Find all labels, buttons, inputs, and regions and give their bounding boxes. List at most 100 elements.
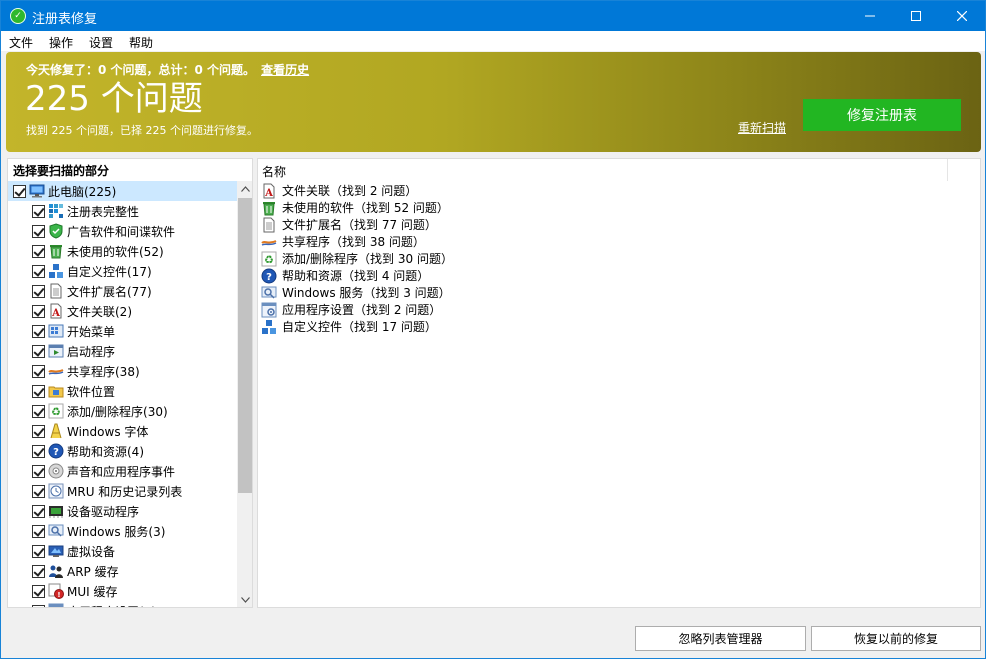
result-row-6[interactable]: Windows 服务（找到 3 问题） — [261, 284, 451, 301]
tree-item-10[interactable]: 软件位置 — [8, 381, 238, 401]
tree-item-19[interactable]: ARP 缓存 — [8, 561, 238, 581]
tree-item-4[interactable]: 自定义控件(17) — [8, 261, 238, 281]
tree-item-9[interactable]: 共享程序(38) — [8, 361, 238, 381]
tree-item-checkbox[interactable] — [32, 444, 45, 458]
tree-item-18[interactable]: 虚拟设备 — [8, 541, 238, 561]
tree-item-checkbox[interactable] — [32, 564, 45, 578]
tree-item-label: MRU 和历史记录列表 — [67, 484, 183, 499]
tree-item-12[interactable]: Windows 字体 — [8, 421, 238, 441]
maximize-button[interactable] — [893, 1, 939, 31]
view-history-link[interactable]: 查看历史 — [261, 63, 309, 77]
tree-item-label: 设备驱动程序 — [67, 504, 140, 519]
scroll-up-button[interactable] — [237, 181, 252, 197]
window-title: 注册表修复 — [32, 12, 98, 27]
result-row-label: Windows 服务（找到 3 问题） — [282, 286, 451, 300]
tree-item-1[interactable]: 注册表完整性 — [8, 201, 238, 221]
tree-item-16[interactable]: 设备驱动程序 — [8, 501, 238, 521]
result-row-5[interactable]: ? 帮助和资源（找到 4 问题） — [261, 267, 429, 284]
result-row-label: 文件关联（找到 2 问题） — [282, 184, 418, 198]
close-icon — [957, 11, 967, 21]
tree-item-checkbox[interactable] — [32, 344, 45, 358]
problem-count-headline: 225 个问题 — [25, 79, 203, 119]
result-row-8[interactable]: 自定义控件（找到 17 问题） — [261, 318, 437, 335]
trash-icon — [261, 200, 277, 216]
file-ext-icon — [261, 217, 277, 233]
menu-settings[interactable]: 设置 — [89, 34, 113, 51]
fix-registry-button[interactable]: 修复注册表 — [803, 99, 961, 131]
tree-item-checkbox[interactable] — [32, 584, 45, 598]
menu-file[interactable]: 文件 — [9, 34, 33, 51]
arp-icon — [48, 563, 64, 579]
result-row-label: 共享程序（找到 38 问题） — [282, 235, 425, 249]
tree-item-21[interactable]: 应用程序设置(2) — [8, 601, 238, 607]
shared-icon — [48, 363, 64, 379]
restore-previous-fixes-button[interactable]: 恢复以前的修复 — [811, 626, 981, 651]
tree-item-0[interactable]: 此电脑(225) — [8, 181, 238, 201]
tree-item-checkbox[interactable] — [32, 464, 45, 478]
tree-item-checkbox[interactable] — [32, 284, 45, 298]
tree-item-checkbox[interactable] — [32, 304, 45, 318]
app-window: ✓ 注册表修复 文件 操作 设置 帮助 今天修复了：0 个问题，总计：0 个问题… — [0, 0, 986, 659]
tree-item-label: 添加/删除程序(30) — [67, 404, 168, 419]
tree-item-label: 注册表完整性 — [67, 204, 140, 219]
tree-item-checkbox[interactable] — [32, 364, 45, 378]
chevron-up-icon — [240, 186, 250, 192]
services-icon — [261, 285, 277, 301]
tree-item-checkbox[interactable] — [32, 484, 45, 498]
result-row-2[interactable]: 文件扩展名（找到 77 问题） — [261, 216, 437, 233]
tree-item-checkbox[interactable] — [32, 224, 45, 238]
scroll-thumb[interactable] — [238, 198, 252, 493]
result-row-3[interactable]: 共享程序（找到 38 问题） — [261, 233, 425, 250]
result-row-4[interactable]: ♻ 添加/删除程序（找到 30 问题） — [261, 250, 453, 267]
tree-item-13[interactable]: ? 帮助和资源(4) — [8, 441, 238, 461]
tree-item-2[interactable]: 广告软件和间谍软件 — [8, 221, 238, 241]
ignore-list-manager-button[interactable]: 忽略列表管理器 — [635, 626, 806, 651]
result-row-1[interactable]: 未使用的软件（找到 52 问题） — [261, 199, 449, 216]
tree-item-7[interactable]: 开始菜单 — [8, 321, 238, 341]
rescan-link[interactable]: 重新扫描 — [738, 119, 786, 136]
tree-item-checkbox[interactable] — [32, 204, 45, 218]
tree-item-checkbox[interactable] — [32, 524, 45, 538]
scan-summary-banner: 今天修复了：0 个问题，总计：0 个问题。 查看历史 225 个问题 找到 225… — [6, 52, 981, 152]
tree-item-checkbox[interactable] — [13, 184, 26, 198]
tree-item-3[interactable]: 未使用的软件(52) — [8, 241, 238, 261]
tree-item-checkbox[interactable] — [32, 404, 45, 418]
tree-item-checkbox[interactable] — [32, 384, 45, 398]
tree-item-checkbox[interactable] — [32, 244, 45, 258]
result-row-0[interactable]: A 文件关联（找到 2 问题） — [261, 182, 417, 199]
tree-item-checkbox[interactable] — [32, 544, 45, 558]
tree-item-label: ARP 缓存 — [67, 564, 119, 579]
tree-item-17[interactable]: Windows 服务(3) — [8, 521, 238, 541]
minimize-button[interactable] — [847, 1, 893, 31]
svg-text:♻: ♻ — [264, 253, 274, 266]
tree-item-checkbox[interactable] — [32, 604, 45, 607]
tree-item-checkbox[interactable] — [32, 324, 45, 338]
tree-item-checkbox[interactable] — [32, 504, 45, 518]
tree-item-8[interactable]: 启动程序 — [8, 341, 238, 361]
tree-item-checkbox[interactable] — [32, 424, 45, 438]
close-button[interactable] — [939, 1, 985, 31]
tree-item-14[interactable]: 声音和应用程序事件 — [8, 461, 238, 481]
result-row-7[interactable]: 应用程序设置（找到 2 问题） — [261, 301, 441, 318]
menu-action[interactable]: 操作 — [49, 34, 73, 51]
column-header-name[interactable]: 名称 — [258, 159, 948, 181]
tree-item-6[interactable]: A 文件关联(2) — [8, 301, 238, 321]
menu-help[interactable]: 帮助 — [129, 34, 153, 51]
title-bar[interactable]: ✓ 注册表修复 — [1, 1, 985, 31]
tree-item-11[interactable]: ♻ 添加/删除程序(30) — [8, 401, 238, 421]
startup-icon — [48, 343, 64, 359]
shield-icon — [48, 223, 64, 239]
tree-scrollbar[interactable] — [237, 181, 252, 607]
scan-sections-title: 选择要扫描的部分 — [13, 164, 110, 178]
tree-item-20[interactable]: ! MUI 缓存 — [8, 581, 238, 601]
svg-text:♻: ♻ — [51, 406, 61, 419]
result-row-label: 文件扩展名（找到 77 问题） — [282, 218, 437, 232]
tree-item-5[interactable]: 文件扩展名(77) — [8, 281, 238, 301]
scroll-down-button[interactable] — [237, 592, 252, 607]
tree-item-15[interactable]: MRU 和历史记录列表 — [8, 481, 238, 501]
font-icon — [48, 423, 64, 439]
recycle-icon: ♻ — [261, 251, 277, 267]
start-menu-icon — [48, 323, 64, 339]
tree-item-label: 此电脑(225) — [48, 184, 117, 199]
tree-item-checkbox[interactable] — [32, 264, 45, 278]
